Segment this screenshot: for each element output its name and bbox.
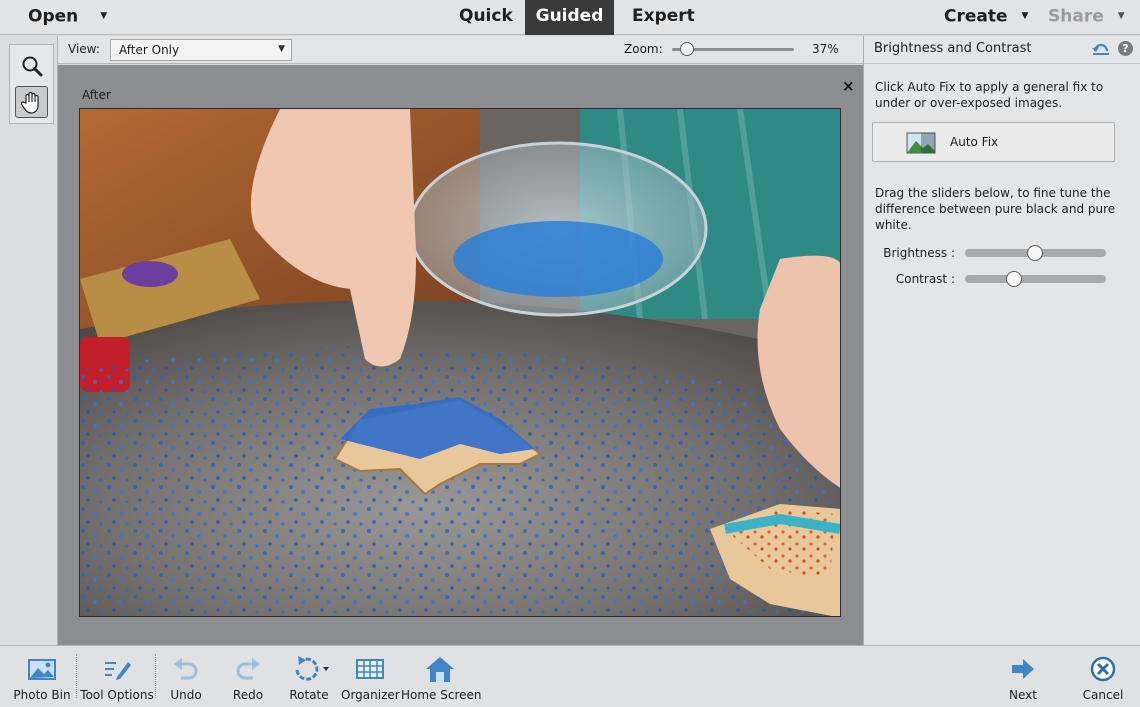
redo-icon (228, 652, 268, 686)
hand-tool-button[interactable] (15, 86, 48, 118)
chevron-down-icon: ▼ (100, 11, 108, 21)
auto-fix-label: Auto Fix (950, 135, 999, 149)
zoom-label: Zoom: (624, 42, 663, 56)
photo-bin-label: Photo Bin (13, 688, 71, 702)
next-button[interactable]: Next (1003, 652, 1043, 702)
contrast-slider-track[interactable] (965, 275, 1106, 283)
create-label: Create (944, 6, 1008, 27)
help-icon[interactable]: ? (1118, 41, 1133, 56)
divider (155, 654, 156, 698)
organizer-label: Organizer (341, 688, 400, 702)
undo-button[interactable]: Undo (166, 652, 206, 702)
auto-fix-button[interactable]: Auto Fix (872, 122, 1115, 162)
rotate-icon (286, 652, 332, 686)
tab-guided[interactable]: Guided (525, 0, 614, 35)
open-menu[interactable]: Open ▼ (28, 0, 107, 35)
view-select-value: After Only (119, 43, 180, 57)
divider (76, 654, 77, 698)
rotate-label: Rotate (289, 688, 329, 702)
tool-options-icon (80, 652, 154, 686)
chevron-down-icon: ▼ (1117, 11, 1125, 21)
share-menu[interactable]: Share ▼ (1048, 0, 1125, 35)
home-screen-button[interactable]: Home Screen (401, 652, 482, 702)
organizer-grid-icon (341, 652, 399, 686)
chevron-down-icon: ▼ (1021, 11, 1029, 21)
top-menubar: Open ▼ Quick Guided Expert Create ▼ Share ▼ (0, 0, 1140, 35)
tool-panel (0, 36, 58, 645)
arrow-right-icon (1003, 652, 1043, 686)
photo-image (80, 109, 840, 616)
panel-header: Brightness and Contrast ? (864, 36, 1140, 64)
undo-label: Undo (170, 688, 202, 702)
brightness-slider-thumb[interactable] (1027, 245, 1043, 261)
view-select[interactable]: After Only ▼ (110, 39, 292, 61)
panel-title: Brightness and Contrast (874, 41, 1032, 56)
view-label: View: (68, 42, 100, 56)
contrast-slider-thumb[interactable] (1006, 271, 1022, 287)
image-canvas: After × (58, 65, 863, 645)
next-label: Next (1009, 688, 1037, 702)
brightness-label: Brightness : (883, 246, 955, 260)
zoom-tool-button[interactable] (15, 50, 48, 82)
chevron-down-icon: ▼ (278, 44, 285, 54)
home-icon (401, 652, 479, 686)
cancel-label: Cancel (1082, 688, 1124, 702)
tool-options-button[interactable]: Tool Options (80, 652, 154, 702)
toolbox (9, 44, 54, 124)
tab-expert[interactable]: Expert (632, 0, 695, 35)
slider-instructions: Drag the sliders below, to fine tune the… (875, 186, 1116, 232)
undo-icon (166, 652, 206, 686)
contrast-label: Contrast : (895, 272, 955, 286)
reset-icon[interactable] (1092, 41, 1110, 60)
cancel-icon (1080, 652, 1126, 686)
create-menu[interactable]: Create ▼ (944, 0, 1028, 35)
view-options-bar: View: After Only ▼ Zoom: 37% (58, 36, 863, 64)
redo-label: Redo (232, 688, 264, 702)
magnifier-icon (22, 56, 42, 77)
tool-options-label: Tool Options (80, 688, 154, 702)
open-label: Open (28, 6, 79, 27)
photo-preview[interactable] (79, 108, 841, 617)
photo-bin-button[interactable]: Photo Bin (12, 652, 72, 702)
auto-fix-instructions: Click Auto Fix to apply a general fix to… (875, 80, 1104, 110)
rotate-button[interactable]: Rotate (286, 652, 332, 702)
zoom-value: 37% (812, 42, 839, 56)
tab-quick[interactable]: Quick (459, 0, 513, 35)
photo-bin-icon (12, 652, 72, 686)
home-screen-label: Home Screen (401, 688, 482, 702)
organizer-button[interactable]: Organizer (341, 652, 400, 702)
redo-button[interactable]: Redo (228, 652, 268, 702)
hand-icon (20, 91, 39, 114)
after-label: After (82, 88, 111, 102)
zoom-slider-thumb[interactable] (680, 42, 694, 56)
landscape-photo-icon (906, 132, 936, 157)
cancel-button[interactable]: Cancel (1080, 652, 1126, 702)
close-icon[interactable]: × (842, 77, 855, 95)
bottom-taskbar: Photo Bin Tool Options Undo Redo Rotate … (0, 645, 1140, 707)
adjustment-panel: Brightness and Contrast ? Click Auto Fix… (863, 36, 1140, 645)
share-label: Share (1048, 6, 1104, 27)
